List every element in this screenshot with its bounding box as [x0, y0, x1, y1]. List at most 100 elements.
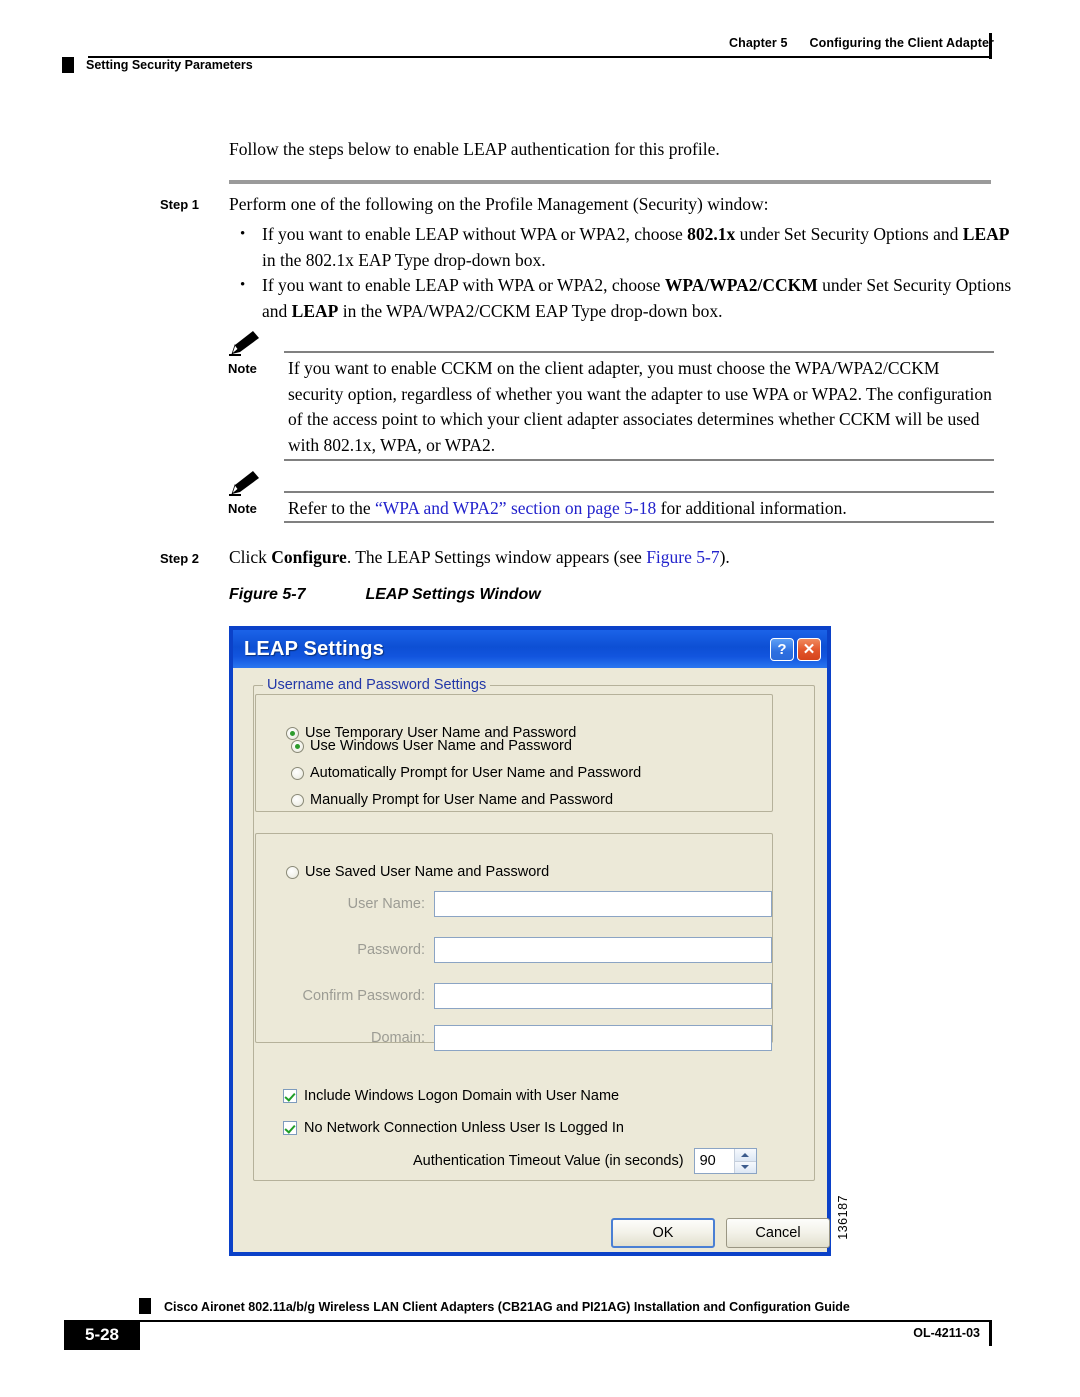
domain-input[interactable] — [434, 1025, 772, 1051]
authentication-timeout-stepper[interactable]: 90 — [693, 1148, 757, 1174]
confirm-password-input[interactable] — [434, 983, 772, 1009]
figure-caption: Figure 5-7 LEAP Settings Window — [229, 586, 541, 604]
radio-indicator-icon — [291, 766, 304, 780]
radio-use-saved-user-name-and-password[interactable]: Use Saved User Name and Password — [283, 864, 553, 880]
radio-label: Automatically Prompt for User Name and P… — [310, 765, 642, 781]
checkbox-include-windows-logon-domain[interactable]: Include Windows Logon Domain with User N… — [283, 1088, 619, 1104]
leap-settings-dialog: LEAP Settings ? ✕ Username and Password … — [229, 626, 831, 1256]
figure-caption-number: Figure 5-7 — [229, 586, 306, 603]
step-2-suffix: ). — [719, 547, 730, 567]
field-row-password: Password: — [275, 936, 772, 964]
field-row-user-name: User Name: — [275, 890, 772, 918]
password-input[interactable] — [434, 937, 772, 963]
step-1-bullet-1: • If you want to enable LEAP without WPA … — [240, 222, 1024, 273]
field-row-confirm-password: Confirm Password: — [275, 982, 772, 1010]
dialog-window-controls: ? ✕ — [770, 637, 821, 661]
confirm-password-label: Confirm Password: — [302, 988, 425, 1004]
wpa-and-wpa2-section-link[interactable]: “WPA and WPA2” section on page 5-18 — [375, 498, 656, 518]
bullet-1-bold-2: LEAP — [962, 224, 1010, 244]
stepper-up-icon[interactable] — [734, 1149, 756, 1162]
footer-page-number: 5-28 — [84, 1325, 120, 1344]
dialog-title: LEAP Settings — [244, 637, 385, 660]
radio-manually-prompt-for-user-name-and-password[interactable]: Manually Prompt for User Name and Passwo… — [291, 792, 613, 808]
user-name-label: User Name: — [347, 896, 425, 912]
note-2-suffix: for additional information. — [656, 498, 847, 518]
cancel-button[interactable]: Cancel — [726, 1218, 830, 1248]
footer-book-title: Cisco Aironet 802.11a/b/g Wireless LAN C… — [164, 1300, 850, 1314]
bullet-2-bold-2: LEAP — [291, 300, 339, 321]
stepper-down-icon[interactable] — [734, 1161, 756, 1173]
figure-5-7-link[interactable]: Figure 5-7 — [646, 547, 719, 567]
checkbox-label: No Network Connection Unless User Is Log… — [304, 1120, 624, 1136]
authentication-timeout-label: Authentication Timeout Value (in seconds… — [413, 1153, 684, 1169]
radio-label: Use Saved User Name and Password — [305, 864, 550, 880]
header-chapter-line: Chapter 5 Configuring the Client Adapter — [729, 36, 994, 50]
bullet-1-suffix: in the 802.1x EAP Type drop-down box. — [262, 249, 546, 270]
radio-label: Use Windows User Name and Password — [310, 738, 572, 754]
stepper-arrows — [733, 1149, 756, 1173]
bullet-2-bold-1: WPA/WPA2/CCKM — [664, 275, 818, 295]
note-2-rule-bottom — [284, 521, 994, 523]
user-name-input[interactable] — [434, 891, 772, 917]
radio-use-windows-user-name-and-password[interactable]: Use Windows User Name and Password — [291, 738, 572, 754]
ok-button[interactable]: OK — [611, 1218, 715, 1248]
authentication-timeout-row: Authentication Timeout Value (in seconds… — [413, 1148, 757, 1174]
authentication-timeout-value[interactable]: 90 — [694, 1149, 734, 1173]
domain-label: Domain: — [371, 1030, 425, 1046]
radio-indicator-icon — [291, 739, 304, 753]
bullet-2-prefix: If you want to enable LEAP with WPA or W… — [262, 275, 665, 295]
pencil-icon — [228, 470, 264, 496]
dialog-title-bar[interactable]: LEAP Settings ? ✕ — [233, 630, 827, 668]
step-2-label: Step 2 — [160, 551, 200, 566]
step-2-prefix: Click — [229, 547, 272, 567]
radio-label: Manually Prompt for User Name and Passwo… — [310, 792, 614, 808]
header-chapter-title: Configuring the Client Adapter — [809, 36, 994, 50]
footer-page-number-box: 5-28 — [64, 1320, 140, 1350]
note-1-rule-bottom — [284, 459, 994, 461]
field-row-domain: Domain: — [275, 1024, 772, 1052]
bullet-1-prefix: If you want to enable LEAP without WPA o… — [262, 224, 688, 244]
checkbox-indicator-icon — [283, 1121, 297, 1135]
note-2-text: Refer to the “WPA and WPA2” section on p… — [288, 496, 994, 522]
header-marker-box — [62, 57, 74, 73]
footer-marker-box — [139, 1298, 151, 1314]
page-header: Chapter 5 Configuring the Client Adapter … — [0, 0, 1080, 86]
note-1-label: Note — [228, 361, 257, 376]
radio-indicator-icon — [291, 793, 304, 807]
dialog-client-area: Username and Password Settings Use Tempo… — [233, 668, 830, 1252]
password-label: Password: — [357, 942, 425, 958]
radio-automatically-prompt-for-user-name-and-password[interactable]: Automatically Prompt for User Name and P… — [291, 765, 641, 781]
intro-paragraph: Follow the steps below to enable LEAP au… — [229, 139, 720, 159]
step-2-text: Click Configure. The LEAP Settings windo… — [229, 545, 999, 570]
bullet-dot-icon: • — [240, 226, 246, 242]
checkbox-no-network-connection-unless-logged-in[interactable]: No Network Connection Unless User Is Log… — [283, 1120, 624, 1136]
figure-id-number: 136187 — [836, 1195, 850, 1240]
page-footer: Cisco Aironet 802.11a/b/g Wireless LAN C… — [0, 1298, 1080, 1368]
note-2-label: Note — [228, 501, 257, 516]
footer-document-id: OL-4211-03 — [913, 1326, 980, 1340]
step-divider-rule — [229, 180, 991, 184]
figure-caption-title: LEAP Settings Window — [365, 586, 541, 603]
header-chapter-number: Chapter 5 — [728, 36, 788, 50]
footer-right-tick — [989, 1320, 992, 1346]
checkbox-indicator-icon — [283, 1089, 297, 1103]
pencil-icon — [228, 330, 264, 356]
step-1-label: Step 1 — [160, 197, 200, 212]
help-icon[interactable]: ? — [770, 637, 794, 661]
bullet-2-suffix: in the WPA/WPA2/CCKM EAP Type drop-down … — [338, 300, 723, 321]
bullet-dot-icon: • — [240, 277, 246, 293]
step-2-bold: Configure — [271, 547, 347, 567]
step-1-bullet-2: • If you want to enable LEAP with WPA or … — [240, 273, 1024, 324]
close-icon[interactable]: ✕ — [797, 637, 821, 661]
group-username-and-password-settings-label: Username and Password Settings — [263, 677, 491, 693]
step-2-mid: . The LEAP Settings window appears (see — [346, 547, 647, 567]
note-2-prefix: Refer to the — [288, 498, 375, 518]
checkbox-label: Include Windows Logon Domain with User N… — [304, 1088, 620, 1104]
footer-rule — [88, 1320, 990, 1322]
bullet-1-mid: under Set Security Options and — [735, 224, 963, 244]
note-2-rule-top — [284, 491, 994, 493]
step-1-text: Perform one of the following on the Prof… — [229, 194, 769, 214]
note-1-rule-top — [284, 351, 994, 353]
bullet-1-bold-1: 802.1x — [687, 224, 736, 244]
header-section-title: Setting Security Parameters — [86, 58, 253, 72]
